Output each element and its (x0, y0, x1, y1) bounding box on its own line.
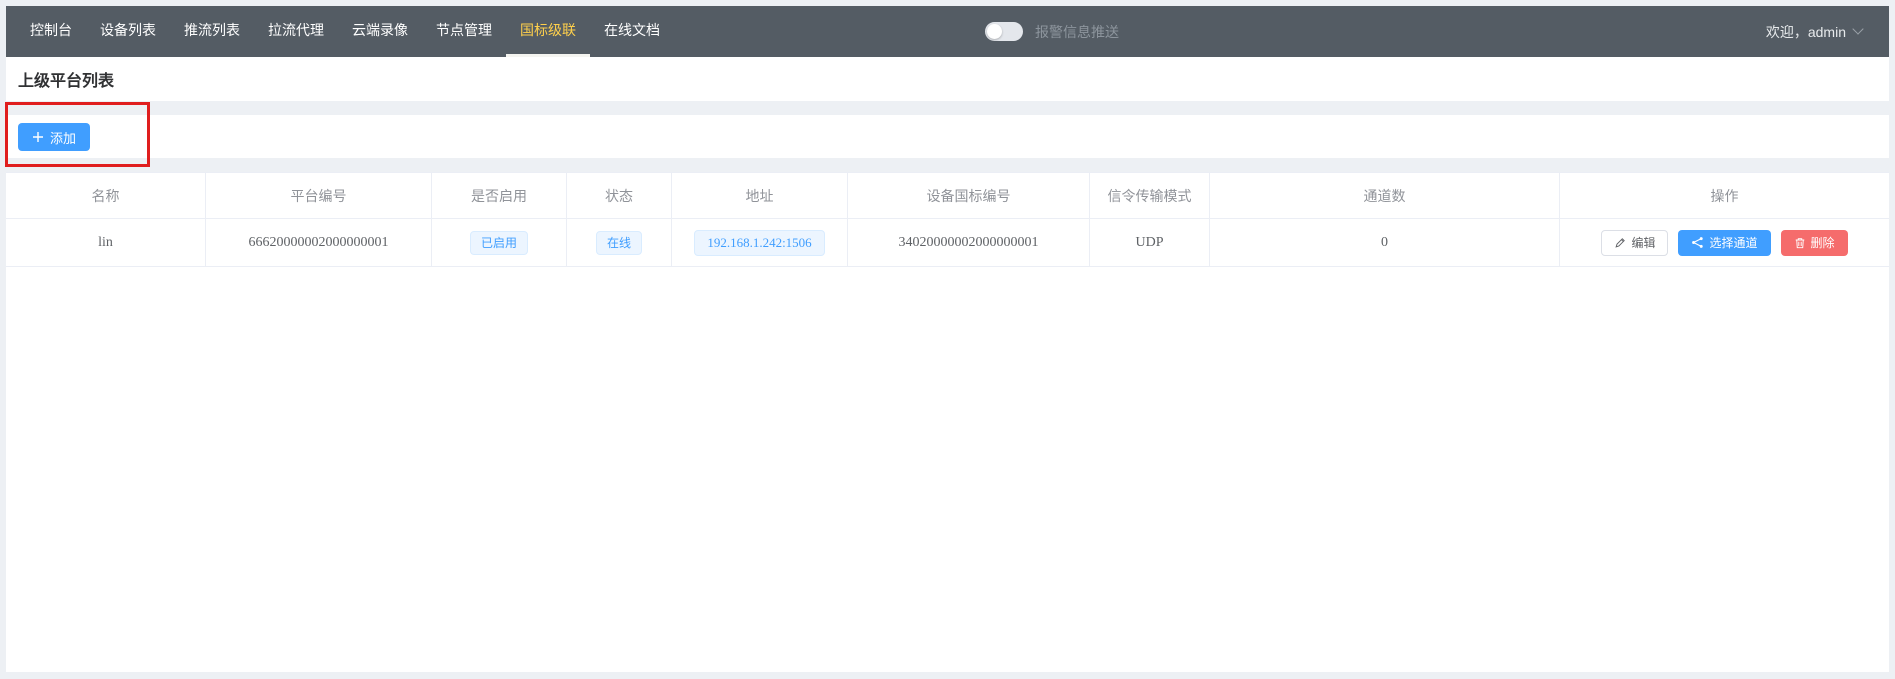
platform-table-card: 名称 平台编号 是否启用 状态 地址 设备国标编号 信令传输模式 通道数 操作 … (6, 172, 1889, 672)
pencil-icon (1614, 237, 1626, 249)
col-header-address: 地址 (672, 173, 848, 219)
page-title: 上级平台列表 (18, 67, 114, 91)
col-header-enabled: 是否启用 (432, 173, 567, 219)
col-header-gb-device-id: 设备国标编号 (848, 173, 1090, 219)
nav-item-cloud-record[interactable]: 云端录像 (338, 6, 422, 57)
signaling-mode: UDP (1135, 235, 1163, 251)
cell-signaling-mode: UDP (1090, 219, 1210, 267)
table-header-row: 名称 平台编号 是否启用 状态 地址 设备国标编号 信令传输模式 通道数 操作 (6, 173, 1889, 219)
edit-button-label: 编辑 (1631, 234, 1655, 251)
trash-icon (1794, 237, 1806, 249)
address-chip[interactable]: 192.168.1.242:1506 (694, 230, 824, 256)
status-badge: 在线 (596, 231, 642, 255)
nav-item-pull-proxy[interactable]: 拉流代理 (254, 6, 338, 57)
alarm-push-label: 报警信息推送 (1035, 22, 1119, 42)
nav-item-gb-cascade[interactable]: 国标级联 (506, 6, 590, 57)
col-header-status: 状态 (567, 173, 672, 219)
col-header-channel-count: 通道数 (1210, 173, 1560, 219)
nav-item-online-docs[interactable]: 在线文档 (590, 6, 674, 57)
page: 控制台 设备列表 推流列表 拉流代理 云端录像 节点管理 国标级联 在线文档 报… (0, 0, 1895, 679)
cell-address: 192.168.1.242:1506 (672, 219, 848, 267)
col-header-actions: 操作 (1560, 173, 1889, 219)
nav-item-push-list[interactable]: 推流列表 (170, 6, 254, 57)
title-band: 上级平台列表 (6, 57, 1889, 101)
plus-icon (32, 131, 44, 143)
platform-table: 名称 平台编号 是否启用 状态 地址 设备国标编号 信令传输模式 通道数 操作 … (6, 172, 1889, 267)
add-button-label: 添加 (50, 128, 76, 147)
cell-channel-count: 0 (1210, 219, 1560, 267)
col-header-name: 名称 (6, 173, 206, 219)
add-button[interactable]: 添加 (18, 123, 90, 151)
welcome-label: 欢迎，admin (1766, 22, 1846, 42)
channel-count: 0 (1381, 235, 1388, 251)
cell-status: 在线 (567, 219, 672, 267)
cell-gb-device-id: 34020000002000000001 (848, 219, 1090, 267)
toolbar: 添加 (6, 115, 1889, 158)
edit-button[interactable]: 编辑 (1601, 230, 1668, 256)
toggle-knob (987, 24, 1002, 39)
cell-platform-id: 66620000002000000001 (206, 219, 432, 267)
share-icon (1691, 236, 1704, 249)
user-menu[interactable]: 欢迎，admin (1766, 6, 1863, 57)
delete-button[interactable]: 删除 (1781, 230, 1848, 256)
top-navbar: 控制台 设备列表 推流列表 拉流代理 云端录像 节点管理 国标级联 在线文档 报… (6, 6, 1889, 57)
col-header-signaling-mode: 信令传输模式 (1090, 173, 1210, 219)
select-channel-button[interactable]: 选择通道 (1678, 230, 1770, 256)
alarm-push-group: 报警信息推送 (985, 6, 1119, 57)
cell-actions: 编辑 选择通道 删除 (1560, 219, 1889, 267)
nav-item-device-list[interactable]: 设备列表 (86, 6, 170, 57)
col-header-platform-id: 平台编号 (206, 173, 432, 219)
select-channel-label: 选择通道 (1709, 234, 1757, 251)
platform-name: lin (98, 235, 113, 251)
gb-device-id: 34020000002000000001 (899, 235, 1039, 251)
alarm-push-toggle[interactable] (985, 22, 1023, 41)
row-actions: 编辑 选择通道 删除 (1601, 230, 1847, 256)
nav-item-console[interactable]: 控制台 (16, 6, 86, 57)
cell-name: lin (6, 219, 206, 267)
nav-menu: 控制台 设备列表 推流列表 拉流代理 云端录像 节点管理 国标级联 在线文档 (16, 6, 674, 57)
enabled-badge: 已启用 (470, 231, 528, 255)
chevron-down-icon (1854, 25, 1863, 34)
delete-button-label: 删除 (1811, 234, 1835, 251)
cell-enabled: 已启用 (432, 219, 567, 267)
table-row: lin 66620000002000000001 已启用 在线 192.168.… (6, 219, 1889, 267)
nav-item-node-manage[interactable]: 节点管理 (422, 6, 506, 57)
platform-id: 66620000002000000001 (249, 235, 389, 251)
